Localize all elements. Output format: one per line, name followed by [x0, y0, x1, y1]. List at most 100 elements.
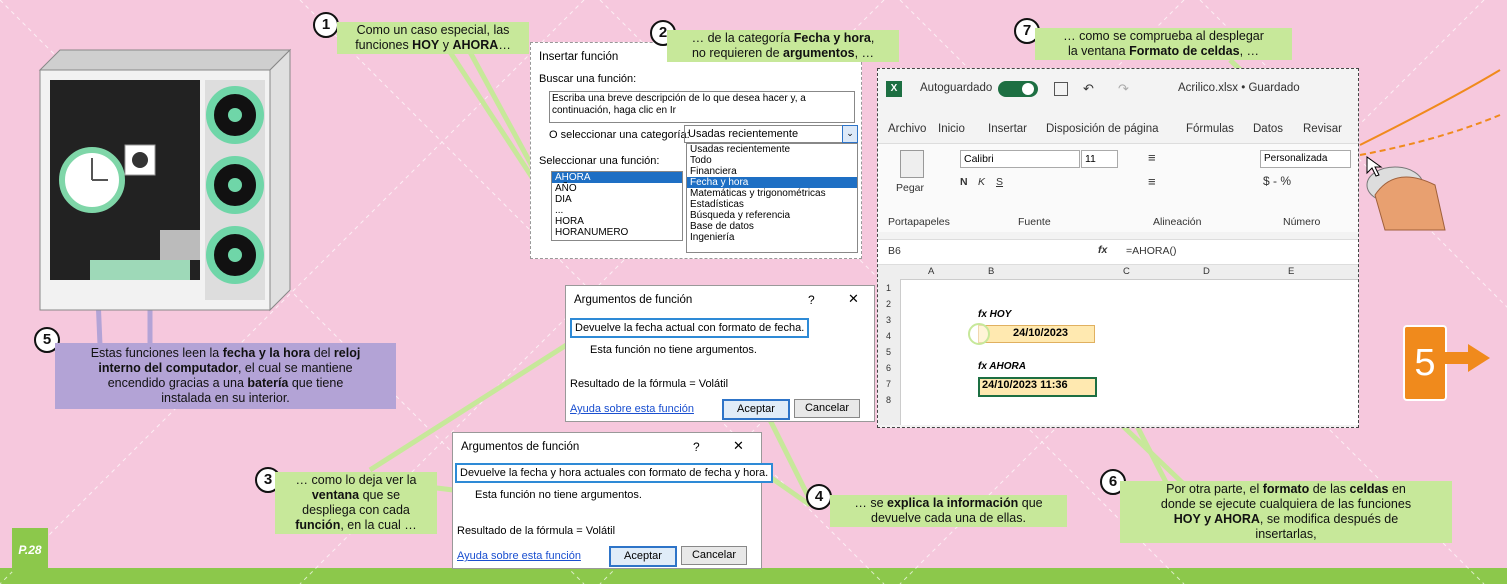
column-header[interactable]: A [928, 266, 934, 277]
bold-icon[interactable]: N [960, 176, 968, 188]
category-label: O seleccionar una categoría: [549, 129, 690, 141]
row-header[interactable]: 5 [886, 347, 891, 357]
callout-text: … se [854, 496, 887, 510]
close-icon[interactable]: ✕ [733, 438, 744, 454]
computer-tower-illustration [30, 40, 295, 315]
tab-disposicion[interactable]: Disposición de página [1046, 123, 1159, 135]
function-description: Devuelve la fecha actual con formato de … [570, 318, 810, 338]
list-item[interactable]: Usadas recientemente [687, 144, 857, 155]
row-header[interactable]: 4 [886, 331, 891, 341]
column-header[interactable]: D [1203, 266, 1210, 277]
number-format-select[interactable]: Personalizada [1260, 150, 1351, 168]
list-item[interactable]: Base de datos [687, 221, 857, 232]
column-header[interactable]: C [1123, 266, 1130, 277]
percent-icon[interactable]: $ - % [1263, 174, 1291, 188]
group-label: Alineación [1153, 216, 1202, 228]
row-header[interactable]: 6 [886, 363, 891, 373]
category-select[interactable]: Usadas recientemente [684, 125, 852, 143]
autosave-toggle[interactable] [998, 81, 1038, 97]
row-header[interactable]: 2 [886, 299, 891, 309]
list-item[interactable]: Financiera [687, 166, 857, 177]
list-item[interactable]: AHORA [552, 172, 682, 183]
insert-function-dialog: Insertar función Buscar una función: Esc… [530, 42, 862, 259]
list-item[interactable]: HORANUMERO [552, 227, 682, 238]
save-icon[interactable] [1054, 82, 1068, 96]
list-item[interactable]: ... [552, 205, 682, 216]
cancel-button[interactable]: Cancelar [681, 546, 747, 565]
help-button[interactable]: ? [808, 293, 815, 307]
cancel-button[interactable]: Cancelar [794, 399, 860, 418]
row-header[interactable]: 7 [886, 379, 891, 389]
align-top-icon[interactable]: ≡ [1148, 150, 1156, 165]
tab-formulas[interactable]: Fórmulas [1186, 123, 1234, 135]
function-arguments-dialog-ahora: Argumentos de función ? ✕ Devuelve la fe… [452, 432, 774, 569]
paste-icon[interactable] [900, 150, 924, 178]
callout-text: encendido gracias a una [107, 376, 248, 390]
category-dropdown-button[interactable]: ⌄ [842, 125, 858, 143]
tab-archivo[interactable]: Archivo [888, 123, 926, 135]
callout-text: Fecha y hora [793, 31, 871, 45]
name-box[interactable]: B6 [888, 245, 901, 257]
callout-text: , [870, 31, 875, 45]
underline-icon[interactable]: S [996, 176, 1003, 188]
excel-logo-icon: X [886, 81, 902, 97]
list-item[interactable]: Todo [687, 155, 857, 166]
callout-text: celdas [1349, 482, 1389, 496]
callout-text: devuelve cada una de ellas. [871, 511, 1026, 525]
help-link[interactable]: Ayuda sobre esta función [570, 403, 694, 415]
callout-text: fecha y la hora [222, 346, 311, 360]
callout-5: Estas funciones leen la fecha y la hora … [55, 343, 396, 409]
list-item[interactable]: AÑO [552, 183, 682, 194]
value-hoy: 24/10/2023 [1013, 327, 1069, 339]
search-input[interactable]: Escriba una breve descripción de lo que … [549, 91, 855, 123]
callout-text: funciones [355, 38, 413, 52]
list-item[interactable]: Ingeniería [687, 232, 857, 243]
fx-icon[interactable]: fx [1098, 244, 1107, 256]
step-number: 1 [313, 12, 339, 38]
formula-input[interactable]: =AHORA() [1126, 245, 1176, 257]
font-select[interactable]: Calibri [960, 150, 1080, 168]
ok-button[interactable]: Aceptar [609, 546, 677, 567]
align-center-icon[interactable]: ≡ [1148, 174, 1156, 189]
font-size-select[interactable]: 11 [1081, 150, 1118, 168]
italic-icon[interactable]: K [978, 176, 985, 188]
paste-button[interactable]: Pegar [896, 182, 924, 194]
arrow-right-icon [1468, 344, 1490, 372]
close-icon[interactable]: ✕ [848, 291, 859, 307]
ok-button[interactable]: Aceptar [722, 399, 790, 420]
hand-mouse-icon [1366, 156, 1446, 231]
undo-icon[interactable]: ↶ [1083, 81, 1094, 97]
ribbon-tabs: Archivo Inicio Insertar Disposición de p… [878, 121, 1358, 141]
list-item[interactable]: Estadísticas [687, 199, 857, 210]
tab-revisar[interactable]: Revisar [1303, 123, 1342, 135]
callout-7: … como se comprueba al desplegar la vent… [1035, 28, 1292, 60]
column-header[interactable]: B [988, 266, 994, 277]
callout-text: función [295, 518, 341, 532]
tab-datos[interactable]: Datos [1253, 123, 1283, 135]
tab-insertar[interactable]: Insertar [988, 123, 1027, 135]
spreadsheet-grid[interactable]: B A C D E 1 2 3 4 5 6 7 8 fx HOY 24/10/2… [878, 265, 1358, 425]
callout-text: , … [1239, 44, 1260, 58]
callout-text: … como se comprueba al desplegar [1063, 29, 1264, 43]
list-item[interactable]: Búsqueda y referencia [687, 210, 857, 221]
list-item[interactable]: Fecha y hora [687, 177, 857, 188]
formula-result: Resultado de la fórmula = Volátil [570, 378, 729, 390]
list-item[interactable]: DIA [552, 194, 682, 205]
list-item[interactable]: HORA [552, 216, 682, 227]
callout-text: no requieren de [691, 46, 784, 60]
label-ahora: fx AHORA [978, 361, 1026, 372]
row-header[interactable]: 8 [886, 395, 891, 405]
function-list[interactable]: AHORA AÑO DIA ... HORA HORANUMERO [551, 171, 683, 241]
row-header[interactable]: 3 [886, 315, 891, 325]
help-link[interactable]: Ayuda sobre esta función [457, 550, 581, 562]
formula-result: Resultado de la fórmula = Volátil [457, 525, 616, 537]
column-header[interactable]: E [1288, 266, 1294, 277]
category-list[interactable]: Usadas recientemente Todo Financiera Fec… [686, 143, 858, 253]
row-header[interactable]: 1 [886, 283, 891, 293]
callout-text: , … [854, 46, 875, 60]
callout-text: insertarlas, [1255, 527, 1317, 541]
help-button[interactable]: ? [693, 440, 700, 454]
redo-icon[interactable]: ↷ [1118, 81, 1129, 97]
tab-inicio[interactable]: Inicio [938, 123, 965, 135]
list-item[interactable]: Matemáticas y trigonométricas [687, 188, 857, 199]
